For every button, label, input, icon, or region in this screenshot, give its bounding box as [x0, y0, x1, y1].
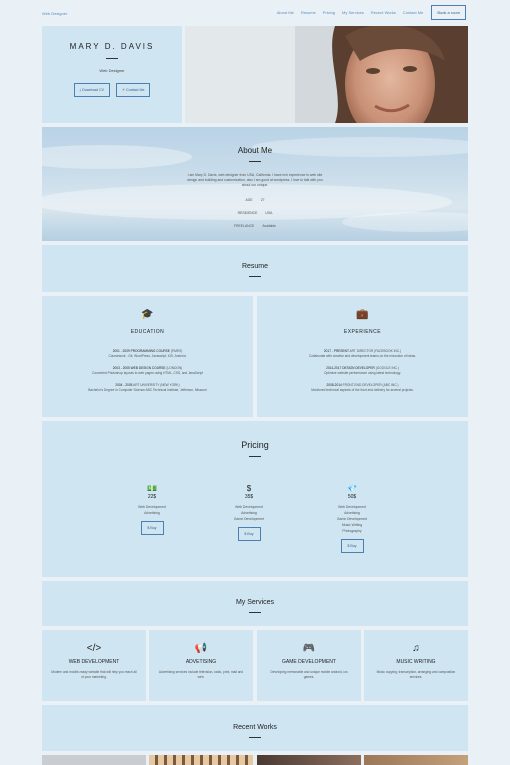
experience-entry: 2014-2017 DESIGN DEVELOPER (GOOGLE INC.)…: [323, 366, 401, 375]
graduation-cap-icon: 🎓: [141, 309, 154, 320]
nav-link-works[interactable]: Recent Works: [371, 10, 396, 15]
diamond-icon: 💎: [347, 484, 357, 493]
works-header: Recent Works: [42, 705, 468, 751]
plan-price: 22$: [147, 494, 157, 500]
profile-photo: [185, 26, 468, 123]
education-entry: 2003 - 2005 WEB DESIGN COURSE (LONDON) C…: [92, 366, 203, 375]
services-header: My Services: [42, 581, 468, 626]
fact-freelance: FREELANCE Available: [233, 224, 277, 228]
service-card: 📢 ADVETISING Advertising services includ…: [149, 630, 253, 701]
experience-entry: 2017 - PRESENT ART DIRECTOR (FACEBOOK IN…: [308, 349, 417, 358]
work-thumbnail[interactable]: [149, 755, 253, 765]
briefcase-icon: 💼: [356, 309, 369, 320]
book-room-button[interactable]: Book a room: [431, 5, 466, 20]
divider: [249, 161, 261, 162]
service-title: MUSIC WRITING: [396, 659, 436, 665]
service-title: ADVETISING: [185, 659, 217, 665]
service-title: WEB DEVELOPMENT: [68, 659, 120, 665]
nav-links: About Me Resume Pricing My Services Rece…: [270, 5, 466, 20]
buy-button[interactable]: $ Buy: [237, 527, 261, 541]
service-desc: Music copying, transcription, arranging …: [376, 670, 456, 679]
service-card: </> WEB DEVELOPMENT Modern and mobile-re…: [42, 630, 146, 701]
plan-feature: Advetising: [144, 511, 160, 515]
pricing-section: Pricing 💵 22$ Web Development Advetising…: [42, 421, 468, 577]
nav-link-pricing[interactable]: Pricing: [323, 10, 335, 15]
service-card: 🎮 GAME DEVELOPMENT Developing memorable …: [257, 630, 361, 701]
megaphone-icon: 📢: [194, 643, 208, 654]
nav-link-about[interactable]: About Me: [277, 10, 294, 15]
service-desc: Developing memorable and unique mobile a…: [270, 670, 348, 679]
about-title: About Me: [237, 146, 273, 155]
fact-age: AGE 27: [245, 198, 265, 202]
plan-price: 35$: [244, 494, 254, 500]
nav-link-contact[interactable]: Contact Me: [403, 10, 423, 15]
service-card: ♫ MUSIC WRITING Music copying, transcrip…: [364, 630, 468, 701]
works-title: Recent Works: [233, 724, 277, 731]
code-icon: </>: [86, 643, 102, 654]
divider: [249, 612, 261, 613]
divider: [249, 276, 261, 277]
brand-link[interactable]: Web Designer: [42, 11, 67, 16]
education-entry: 2004 - 2005 ART UNIVERSITY (NEW YORK) Ba…: [88, 383, 207, 392]
experience-column: 💼 EXPERIENCE 2017 - PRESENT ART DIRECTOR…: [257, 296, 468, 417]
resume-header: Resume: [42, 245, 468, 292]
nav-link-resume[interactable]: Resume: [301, 10, 316, 15]
gamepad-icon: 🎮: [302, 643, 316, 654]
pricing-plan: 💎 50$ Web Development Advetising Game De…: [312, 484, 392, 553]
service-desc: Modern and mobile-ready website that wil…: [51, 670, 137, 679]
contact-me-button[interactable]: ↱ Contact Me: [116, 83, 151, 97]
divider: [106, 58, 118, 59]
plan-feature: Game Development: [233, 517, 265, 521]
experience-title: EXPERIENCE: [343, 329, 382, 335]
work-thumbnail[interactable]: [257, 755, 361, 765]
services-title: My Services: [235, 599, 275, 606]
service-desc: Advertising services include television,…: [158, 670, 244, 679]
music-icon: ♫: [412, 643, 420, 654]
work-thumbnail[interactable]: [42, 755, 146, 765]
contact-me-label: Contact Me: [126, 88, 145, 92]
download-icon: ⤓: [79, 88, 82, 92]
about-section: About Me I am Mary D. Davis, web designe…: [42, 127, 468, 241]
education-entry: 2001 - 2009 PROGRAMMING COURSE (PARIS) C…: [108, 349, 187, 358]
work-thumbnail[interactable]: [364, 755, 468, 765]
pricing-title: Pricing: [241, 440, 269, 450]
pricing-plan: 💵 22$ Web Development Advetising $ Buy: [112, 484, 192, 535]
about-text: I am Mary D. Davis, web designer from US…: [187, 173, 323, 187]
money-icon: 💵: [147, 484, 157, 493]
buy-button[interactable]: $ Buy: [340, 539, 364, 553]
education-column: 🎓 EDUCATION 2001 - 2009 PROGRAMMING COUR…: [42, 296, 253, 417]
dollar-icon: $: [246, 484, 252, 493]
fact-residence: RESIDENCE USA: [237, 211, 273, 215]
portrait-image: [185, 26, 468, 123]
hero-role: Web Designer: [99, 68, 125, 73]
divider: [249, 456, 261, 457]
download-cv-button[interactable]: ⤓ Download CV: [73, 83, 111, 97]
nav-link-services[interactable]: My Services: [342, 10, 364, 15]
pricing-plan: $ 35$ Web Development Advetising Game De…: [209, 484, 289, 541]
about-facts: AGE 27 RESIDENCE USA FREELANCE Available: [42, 198, 468, 228]
divider: [249, 737, 261, 738]
resume-title: Resume: [241, 263, 269, 270]
top-navbar: Web Designer About Me Resume Pricing My …: [0, 0, 510, 24]
hero-card: MARY D. DAVIS Web Designer ⤓ Download CV…: [42, 26, 182, 123]
education-title: EDUCATION: [130, 329, 165, 335]
send-icon: ↱: [122, 88, 126, 92]
service-title: GAME DEVELOPMENT: [282, 659, 336, 665]
hero-name: MARY D. DAVIS: [69, 42, 155, 51]
plan-feature: Photography: [342, 529, 362, 533]
download-cv-label: Download CV: [82, 88, 105, 92]
experience-entry: 2008-2014 FRONT-END DEVELOPER (ABC INC.)…: [311, 383, 414, 392]
buy-button[interactable]: $ Buy: [140, 521, 164, 535]
plan-price: 50$: [347, 494, 357, 500]
